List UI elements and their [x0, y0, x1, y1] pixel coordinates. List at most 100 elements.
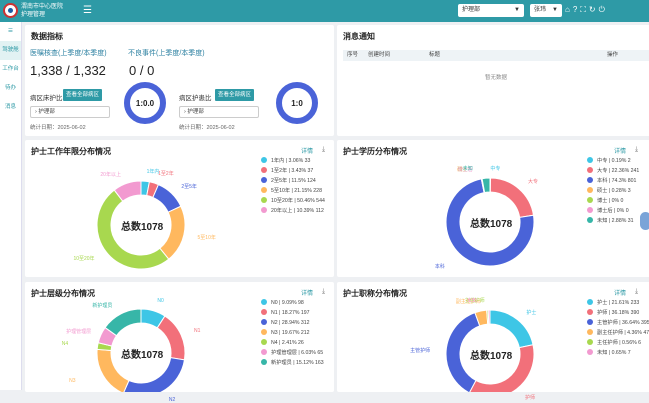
- title-chart-panel: 护士职称分布情况 详情 ⤓ 总数1078 护士 | 21.61% 233 护师 |…: [337, 282, 649, 401]
- orders-check-label: 医嘱核查(上季度/本季度): [30, 50, 107, 57]
- legend-dot: [587, 177, 593, 183]
- level-chart-panel: 护士层级分布情况 详情 ⤓ 总数1078 N0 | 9.09% 98 N1 | 1…: [25, 282, 334, 403]
- legend-item[interactable]: 2至5年 | 11.5% 124: [261, 176, 325, 186]
- slice-label: N1: [193, 327, 201, 334]
- legend-item[interactable]: N3 | 19.67% 212: [261, 328, 324, 338]
- adverse-events-label: 不良事件(上季度/本季度): [128, 50, 205, 57]
- legend-item[interactable]: 1至2年 | 3.43% 37: [261, 166, 325, 176]
- sidebar-item-message[interactable]: 消息: [0, 98, 21, 117]
- stat-date: 统计日期：2025-06-02: [30, 125, 86, 131]
- legend-item[interactable]: 新护理员 | 15.12% 163: [261, 358, 324, 368]
- legend-item[interactable]: 博士 | 0% 0: [587, 196, 639, 206]
- indicators-title: 数据指标: [31, 32, 63, 41]
- legend-dot: [261, 309, 267, 315]
- expand-icon[interactable]: ⛶: [580, 5, 589, 14]
- chart-legend: 护士 | 21.61% 233 护师 | 36.18% 390 主管护师 | 36.…: [587, 298, 649, 358]
- sidebar-item-todo[interactable]: 待办: [0, 79, 21, 98]
- legend-dot: [587, 167, 593, 173]
- refresh-icon[interactable]: ↻: [589, 5, 599, 14]
- legend-item[interactable]: 20年以上 | 10.39% 112: [261, 206, 325, 216]
- sidebar-item-cockpit[interactable]: 驾驶舱: [0, 41, 21, 60]
- hospital-logo: [3, 3, 18, 18]
- power-icon[interactable]: ⏻: [599, 5, 608, 14]
- legend-text: 1至2年 | 3.43% 37: [271, 168, 314, 174]
- legend-item[interactable]: N1 | 18.27% 197: [261, 308, 324, 318]
- legend-text: 主管护师 | 36.64% 395: [597, 320, 649, 326]
- legend-text: 博士后 | 0% 0: [597, 208, 629, 214]
- user-select[interactable]: 张玮 ▼: [530, 4, 562, 17]
- legend-item[interactable]: 未知 | 0.65% 7: [587, 348, 649, 358]
- slice-label: 新护理员: [92, 303, 113, 310]
- col-title: 标题: [429, 52, 441, 58]
- dept-select[interactable]: 护理部 ▼: [458, 4, 524, 17]
- donut-total: 总数1078: [121, 350, 164, 361]
- education-chart-panel: 护士学历分布情况 详情 ⤓ 总数1078 中专 | 0.19% 2 大专 | 22…: [337, 140, 649, 277]
- slice-label: 未知: [466, 298, 477, 304]
- legend-item[interactable]: 主管护师 | 36.64% 395: [587, 318, 649, 328]
- legend-text: 20年以上 | 10.39% 112: [271, 208, 324, 214]
- legend-dot: [587, 299, 593, 305]
- sidebar-collapse-icon[interactable]: ☰: [0, 22, 21, 41]
- slice-label: 5至10年: [197, 235, 216, 242]
- legend-dot: [261, 319, 267, 325]
- donut-slice[interactable]: [487, 309, 491, 325]
- slice-label: N3: [69, 377, 76, 384]
- legend-item[interactable]: 1年内 | 3.06% 33: [261, 156, 325, 166]
- legend-item[interactable]: 副主任护师 | 4.36% 47: [587, 328, 649, 338]
- legend-dot: [261, 157, 267, 163]
- legend-text: 10至20年 | 50.46% 544: [271, 198, 325, 204]
- legend-dot: [261, 177, 267, 183]
- chevron-down-icon: ▼: [514, 7, 520, 13]
- slice-label: 护理管理层: [66, 328, 92, 335]
- legend-item[interactable]: 大专 | 22.36% 241: [587, 166, 639, 176]
- legend-text: 5至10年 | 21.15% 228: [271, 188, 322, 194]
- nurse-ratio-ring: 1:0: [276, 82, 318, 124]
- chart-legend: 中专 | 0.19% 2 大专 | 22.36% 241 本科 | 74.3% 80…: [587, 156, 639, 226]
- legend-item[interactable]: 中专 | 0.19% 2: [587, 156, 639, 166]
- legend-text: 主任护师 | 0.56% 6: [597, 340, 642, 346]
- donut-total: 总数1078: [470, 219, 513, 230]
- legend-item[interactable]: 未知 | 2.88% 31: [587, 216, 639, 226]
- slice-label: 未知: [462, 166, 473, 173]
- ward-select[interactable]: › 护理部: [30, 106, 110, 118]
- legend-dot: [587, 349, 593, 355]
- legend-item[interactable]: 主任护师 | 0.56% 6: [587, 338, 649, 348]
- donut-slice[interactable]: [159, 205, 186, 260]
- legend-item[interactable]: 本科 | 74.3% 801: [587, 176, 639, 186]
- legend-text: N1 | 18.27% 197: [271, 310, 310, 316]
- legend-item[interactable]: 护师 | 36.18% 390: [587, 308, 649, 318]
- lock-icon[interactable]: ⌂: [565, 5, 573, 14]
- donut-slice[interactable]: [104, 308, 142, 337]
- slice-label: 1至2年: [158, 171, 174, 178]
- legend-item[interactable]: N4 | 2.41% 26: [261, 338, 324, 348]
- menu-toggle-icon[interactable]: ☰: [83, 5, 92, 16]
- legend-text: 副主任护师 | 4.36% 47: [597, 330, 649, 336]
- legend-item[interactable]: N0 | 9.09% 98: [261, 298, 324, 308]
- legend-dot: [587, 157, 593, 163]
- donut-slice[interactable]: [123, 357, 186, 392]
- view-all-wards-button-2[interactable]: 查看全部病区: [215, 89, 255, 101]
- legend-item[interactable]: 护理管理层 | 6.03% 65: [261, 348, 324, 358]
- legend-item[interactable]: 10至20年 | 50.46% 544: [261, 196, 325, 206]
- slice-label: 护士: [526, 309, 537, 316]
- view-all-wards-button[interactable]: 查看全部病区: [63, 89, 103, 101]
- notice-panel: 消息通知 序号 创建时间 标题 操作 暂无数据: [337, 25, 649, 136]
- legend-item[interactable]: 护士 | 21.61% 233: [587, 298, 649, 308]
- slice-label: 2至5年: [181, 184, 197, 191]
- legend-item[interactable]: N2 | 28.94% 312: [261, 318, 324, 328]
- slice-label: N0: [157, 298, 164, 305]
- legend-item[interactable]: 博士后 | 0% 0: [587, 206, 639, 216]
- donut-total: 总数1078: [470, 351, 513, 362]
- chart-legend: 1年内 | 3.06% 33 1至2年 | 3.43% 37 2至5年 | 11.5…: [261, 156, 325, 216]
- legend-item[interactable]: 5至10年 | 21.15% 228: [261, 186, 325, 196]
- legend-item[interactable]: 硕士 | 0.28% 3: [587, 186, 639, 196]
- legend-text: 护理管理层 | 6.03% 65: [271, 350, 324, 356]
- top-bar: 渭南市中心医院 护理管理 ☰ 护理部 ▼ 张玮 ▼ ⌂?⛶↻⏻: [0, 0, 649, 22]
- slice-label: 10至20年: [73, 256, 95, 263]
- legend-dot: [587, 197, 593, 203]
- floating-assistant-button[interactable]: [640, 212, 649, 230]
- sidebar-item-workbench[interactable]: 工作台: [0, 60, 21, 79]
- legend-text: N0 | 9.09% 98: [271, 300, 304, 306]
- ward-select-2[interactable]: › 护理部: [179, 106, 259, 118]
- legend-dot: [587, 187, 593, 193]
